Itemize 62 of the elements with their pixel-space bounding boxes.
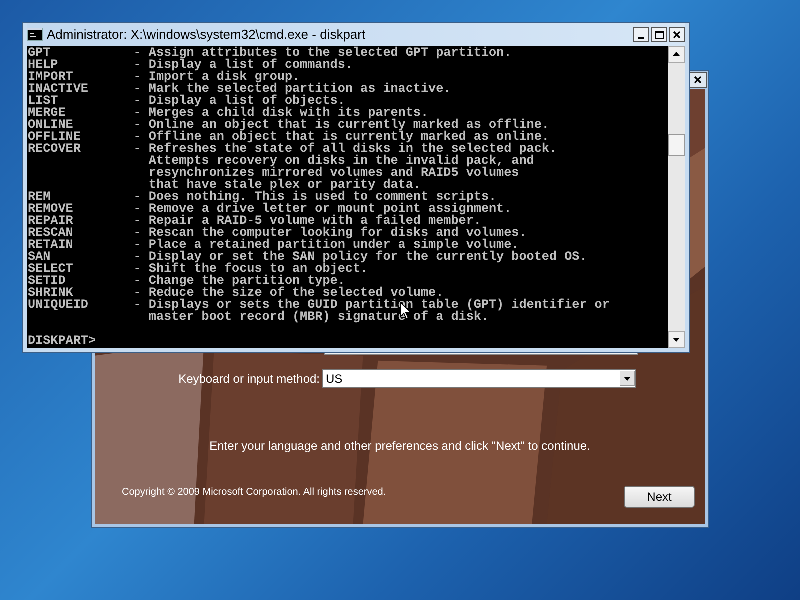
command-description: - Repair a RAID-5 volume with a failed member. [134, 215, 482, 227]
command-description: Attempts recovery on disks in the invalid pack, and [148, 155, 534, 167]
command-name: REPAIR [28, 215, 74, 227]
command-description: - Remove a drive letter or mount point assignment. [134, 203, 512, 215]
command-name: RESCAN [28, 227, 74, 239]
command-description: that have stale plex or parity data. [148, 179, 421, 191]
command-description: - Online an object that is currently marked as offline. [134, 119, 550, 131]
command-name: RETAIN [28, 239, 74, 251]
command-description: resynchronizes mirrored volumes and RAID5 volumes [148, 167, 520, 179]
keyboard-dropdown[interactable]: US [322, 369, 636, 388]
command-description: master boot record (MBR) signature of a disk. [148, 311, 489, 323]
copyright-text: Copyright © 2009 Microsoft Corporation. All rights reserved. [122, 486, 386, 500]
command-description: - Does nothing. This is used to comment scripts. [134, 191, 497, 203]
command-name: GPT [28, 47, 51, 59]
command-name: OFFLINE [28, 131, 82, 143]
command-description: - Rescan the computer looking for disks and volumes. [134, 227, 527, 239]
command-description: - Display a list of objects. [134, 95, 346, 107]
close-button[interactable] [689, 72, 707, 88]
command-description: - Display a list of commands. [134, 59, 353, 71]
command-description: - Merges a child disk with its parents. [134, 107, 429, 119]
command-description: - Place a retained partition under a simple volume. [134, 239, 520, 251]
maximize-button[interactable] [651, 27, 667, 42]
command-name: IMPORT [28, 71, 74, 83]
command-description: - Display or set the SAN policy for the currently booted OS. [134, 251, 588, 263]
instruction-text: Enter your language and other preferences and click "Next" to continue. [210, 438, 590, 455]
command-name: SAN [28, 251, 51, 263]
scroll-up-icon[interactable] [668, 46, 685, 63]
close-icon [694, 76, 702, 84]
scrollbar[interactable] [668, 46, 685, 348]
scroll-thumb[interactable] [668, 134, 685, 156]
command-description: - Shift the focus to an object. [134, 263, 368, 275]
command-name: UNIQUEID [28, 299, 90, 314]
command-description: - Offline an object that is currently marked as online. [134, 131, 550, 143]
command-name: INACTIVE [28, 83, 90, 95]
command-name: HELP [28, 59, 58, 71]
close-button[interactable] [669, 27, 685, 42]
dropdown-arrow-icon [620, 371, 635, 386]
close-icon [673, 30, 681, 38]
console-icon [27, 28, 43, 41]
command-name: SHRINK [28, 287, 74, 299]
command-name: REMOVE [28, 203, 74, 215]
minimize-icon [638, 37, 644, 39]
console-prompt: DISKPART> [28, 334, 96, 348]
keyboard-label: Keyboard or input method: [178, 370, 321, 388]
command-description: - Assign attributes to the selected GPT partition. [134, 47, 512, 59]
command-name: SETID [28, 275, 66, 287]
command-name: MERGE [28, 107, 66, 119]
next-button[interactable]: Next [624, 486, 695, 508]
command-name: REM [28, 191, 51, 203]
command-name: LIST [28, 95, 58, 107]
command-description: - Reduce the size of the selected volume. [134, 287, 444, 299]
command-name: RECOVER [28, 143, 82, 158]
scroll-down-icon[interactable] [668, 331, 685, 348]
command-name: ONLINE [28, 119, 74, 131]
minimize-button[interactable] [633, 27, 649, 42]
command-description: - Import a disk group. [134, 71, 300, 83]
command-description: - Refreshes the state of all disks in the selected pack. [134, 143, 558, 155]
window-title: Administrator: X:\windows\system32\cmd.exe - diskpart [47, 26, 366, 44]
command-name: SELECT [28, 263, 74, 275]
maximize-icon [654, 30, 664, 38]
command-description: - Change the partition type. [134, 275, 346, 287]
command-description: - Mark the selected partition as inactive. [134, 83, 452, 95]
